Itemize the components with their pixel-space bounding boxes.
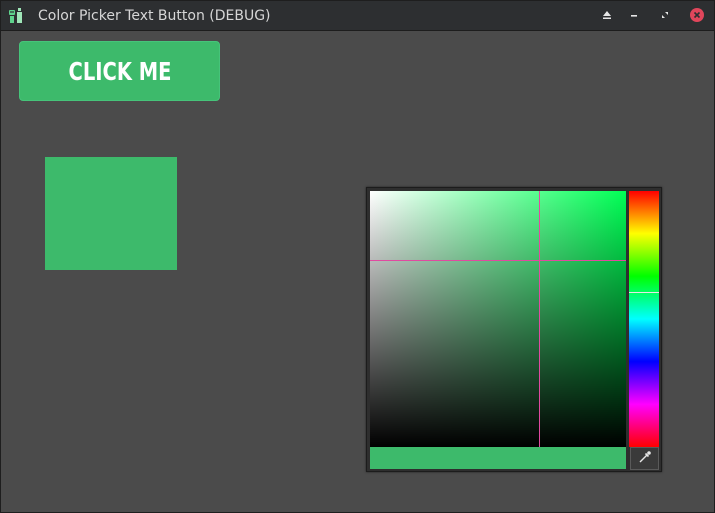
- click-me-button-label: CLICK ME: [68, 56, 171, 86]
- crosshair-horizontal: [370, 260, 626, 261]
- godot-robot-icon: [8, 7, 25, 24]
- scene-viewport: CLICK ME: [1, 31, 714, 512]
- eyedropper-icon: [638, 449, 652, 468]
- saturation-value-square[interactable]: [370, 191, 626, 447]
- minimize-icon[interactable]: [627, 8, 641, 22]
- eyedropper-button[interactable]: [630, 447, 659, 470]
- eject-icon[interactable]: [600, 8, 614, 22]
- window-title: Color Picker Text Button (DEBUG): [38, 8, 271, 24]
- restore-icon[interactable]: [658, 8, 672, 22]
- close-icon[interactable]: [690, 8, 704, 22]
- click-me-button[interactable]: CLICK ME: [19, 41, 220, 101]
- color-preview: [370, 447, 626, 469]
- color-picker-popup: [366, 187, 662, 472]
- hue-slider[interactable]: [629, 191, 659, 447]
- color-swatch: [45, 157, 177, 270]
- crosshair-vertical: [539, 191, 540, 447]
- app-window: Color Picker Text Button (DEBUG) CLICK M…: [0, 0, 715, 513]
- title-bar[interactable]: Color Picker Text Button (DEBUG): [1, 1, 714, 31]
- hue-slider-marker[interactable]: [629, 292, 659, 293]
